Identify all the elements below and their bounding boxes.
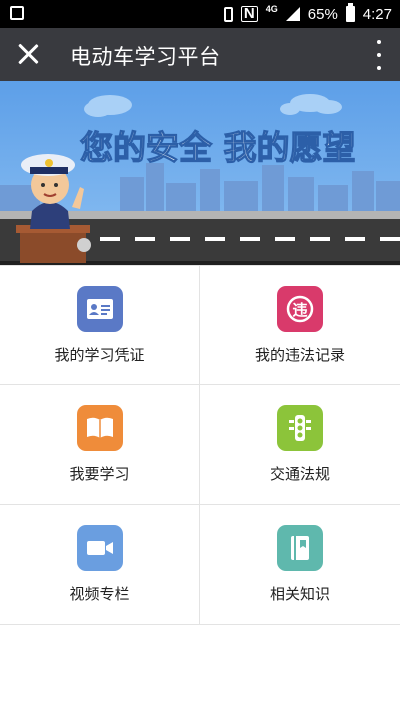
menu-item-4[interactable]: 视频专栏: [0, 504, 200, 624]
banner: 您的安全 我的愿望: [0, 81, 400, 265]
menu-item-label: 视频专栏: [69, 584, 130, 603]
menu-item-2[interactable]: 我要学习: [0, 385, 200, 505]
menu-item-label: 我的违法记录: [254, 345, 345, 364]
vibrate-icon: [223, 6, 233, 22]
violation-icon: 违: [277, 285, 323, 332]
menu-item-label: 交通法规: [269, 464, 330, 483]
download-notification-icon: [10, 6, 24, 20]
lte-label: 4G: [265, 4, 278, 14]
svg-text:违: 违: [292, 301, 307, 319]
menu-item-3[interactable]: 交通法规: [200, 385, 400, 505]
battery-icon: [345, 3, 355, 22]
menu-item-label: 我的学习凭证: [54, 345, 145, 364]
signal-icon: [285, 7, 300, 21]
id-card-icon: [76, 285, 123, 332]
traffic-light-icon: [277, 404, 323, 451]
battery-percent: 65%: [307, 5, 338, 23]
nfc-icon: N: [240, 6, 258, 22]
banner-headline: 您的安全 我的愿望: [80, 128, 356, 167]
status-bar: N 4G 65% 4:27: [0, 0, 400, 28]
menu-item-label: 相关知识: [269, 584, 330, 603]
notebook-icon: [277, 524, 323, 571]
video-camera-icon: [76, 524, 123, 571]
menu-item-5[interactable]: 相关知识: [200, 505, 400, 624]
close-icon[interactable]: [12, 38, 44, 70]
menu-item-label: 我要学习: [69, 464, 130, 483]
menu-item-0[interactable]: 我的学习凭证: [0, 266, 200, 386]
clock: 4:27: [362, 5, 392, 23]
page-title: 电动车学习平台: [70, 45, 221, 69]
more-options-icon[interactable]: [372, 40, 386, 70]
menu-item-1[interactable]: 违我的违法记录: [200, 266, 400, 386]
menu-grid: 我的学习凭证 违我的违法记录我要学习 交通法规视频专栏 相关知识: [0, 265, 400, 625]
book-icon: [76, 404, 123, 451]
app-bar: 电动车学习平台: [0, 28, 400, 81]
